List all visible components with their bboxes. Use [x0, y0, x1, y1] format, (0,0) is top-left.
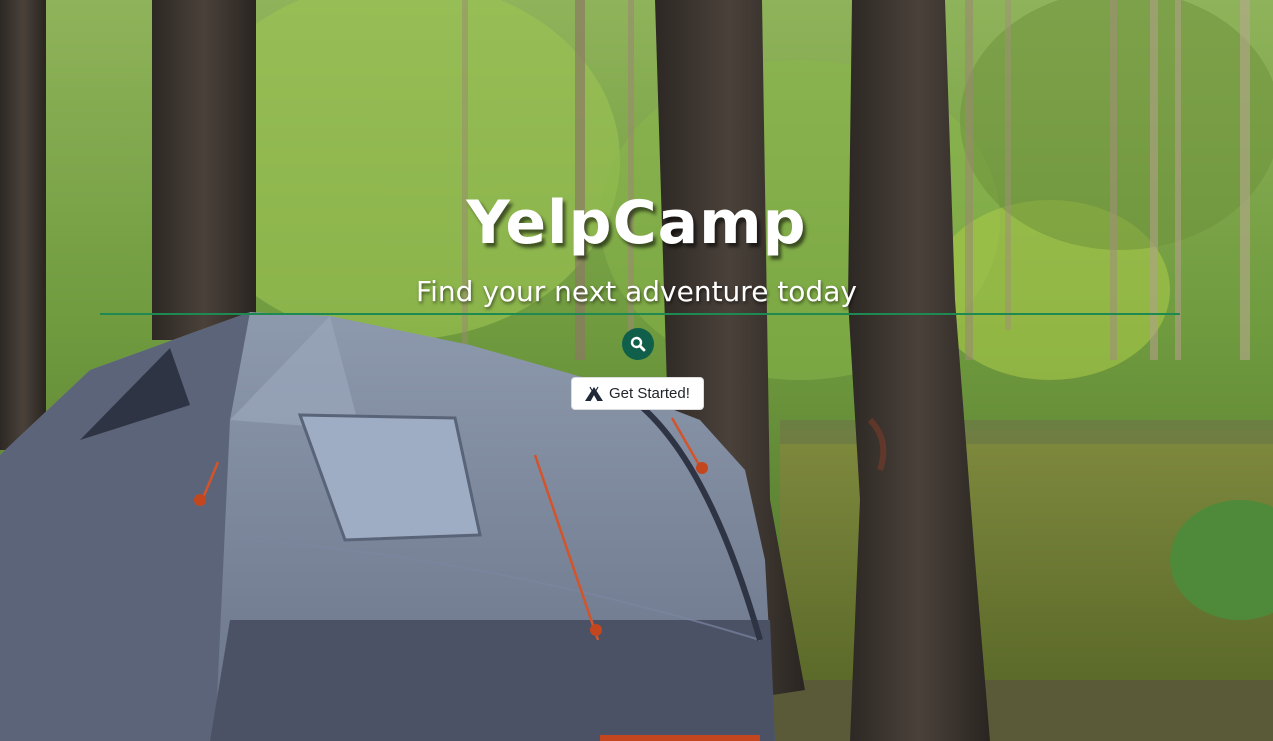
site-subtitle: Find your next adventure today — [416, 275, 857, 308]
hero-content: YelpCamp Find your next adventure today … — [0, 0, 1273, 741]
get-started-button[interactable]: Get Started! — [571, 377, 704, 410]
site-title: YelpCamp — [466, 188, 807, 258]
search-button[interactable] — [622, 328, 654, 360]
hero-section: YelpCamp Find your next adventure today … — [0, 0, 1273, 741]
get-started-label: Get Started! — [609, 385, 690, 402]
campground-icon — [585, 386, 603, 401]
divider — [100, 313, 1180, 315]
search-icon — [630, 336, 646, 352]
